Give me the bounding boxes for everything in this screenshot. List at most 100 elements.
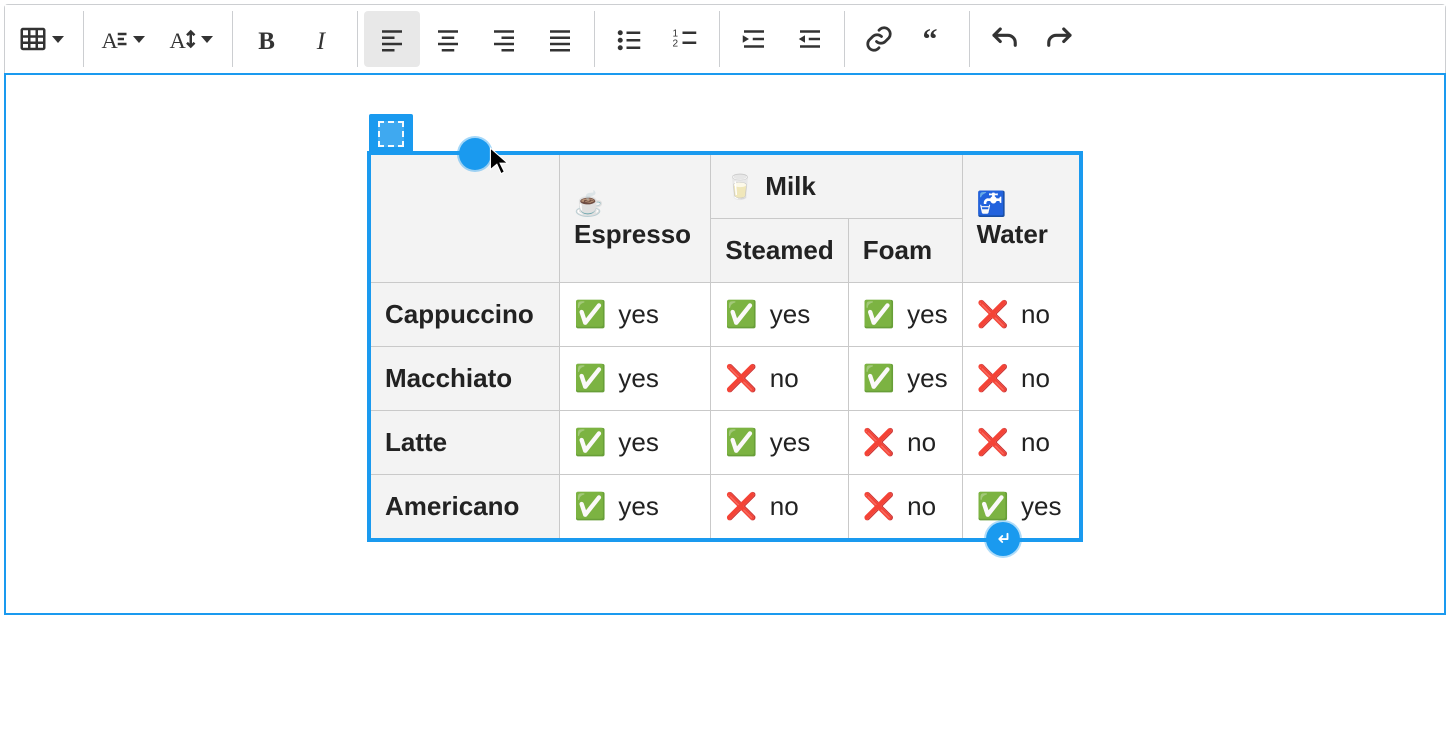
- select-all-handle[interactable]: [369, 114, 413, 154]
- table-button[interactable]: [9, 11, 77, 67]
- cell-text: no: [1021, 363, 1050, 394]
- cross-icon: ❌: [977, 427, 1009, 458]
- enter-icon: [994, 530, 1012, 548]
- outdent-button[interactable]: [782, 11, 838, 67]
- cell-text: yes: [1021, 491, 1061, 522]
- check-icon: ✅: [863, 299, 895, 330]
- table-row: Americano✅yes❌no❌no✅yes: [371, 475, 1080, 539]
- italic-button[interactable]: I: [295, 11, 351, 67]
- check-icon: ✅: [725, 299, 757, 330]
- table-cell[interactable]: ❌no: [848, 475, 962, 539]
- water-header[interactable]: 🚰Water: [962, 155, 1079, 283]
- undo-icon: [989, 24, 1019, 54]
- table-cell[interactable]: ✅ yes: [560, 411, 711, 475]
- select-all-icon: [378, 121, 404, 147]
- check-icon: ✅: [863, 363, 895, 394]
- redo-icon: [1045, 24, 1075, 54]
- bulleted-list-button[interactable]: [601, 11, 657, 67]
- outdent-icon: [795, 24, 825, 54]
- undo-button[interactable]: [976, 11, 1032, 67]
- table-cell[interactable]: ✅yes: [848, 347, 962, 411]
- bold-button[interactable]: B: [239, 11, 295, 67]
- cell-text: no: [1021, 299, 1050, 330]
- espresso-header[interactable]: ☕Espresso: [560, 155, 711, 283]
- row-header[interactable]: Americano: [371, 475, 560, 539]
- milk-header[interactable]: 🥛Milk: [711, 155, 962, 219]
- header-label: Espresso: [574, 219, 691, 249]
- cell-text: no: [907, 491, 936, 522]
- fontsize-button[interactable]: A: [158, 11, 226, 67]
- chevron-down-icon: [133, 36, 145, 43]
- mouse-cursor-icon: [488, 146, 510, 181]
- table-cell[interactable]: ❌no: [711, 475, 848, 539]
- row-header[interactable]: Cappuccino: [371, 283, 560, 347]
- align-center-button[interactable]: [420, 11, 476, 67]
- column-drag-handle[interactable]: [459, 138, 491, 170]
- cell-text: no: [770, 491, 799, 522]
- cell-text: no: [907, 427, 936, 458]
- svg-text:A: A: [170, 28, 187, 53]
- numbered-list-icon: 12: [670, 24, 700, 54]
- row-header[interactable]: Latte: [371, 411, 560, 475]
- align-justify-button[interactable]: [532, 11, 588, 67]
- bulleted-list-icon: [614, 24, 644, 54]
- insert-paragraph-handle[interactable]: [986, 522, 1020, 556]
- cross-icon: ❌: [725, 363, 757, 394]
- link-button[interactable]: [851, 11, 907, 67]
- table-cell[interactable]: ❌ no: [848, 411, 962, 475]
- foam-header[interactable]: Foam: [848, 219, 962, 283]
- heading-button[interactable]: A: [90, 11, 158, 67]
- align-right-button[interactable]: [476, 11, 532, 67]
- table-cell[interactable]: ✅ yes: [560, 347, 711, 411]
- table-cell[interactable]: ✅yes: [962, 475, 1079, 539]
- cell-text: no: [1021, 427, 1050, 458]
- table-cell[interactable]: ✅ yes: [848, 283, 962, 347]
- table-cell[interactable]: ❌no: [711, 347, 848, 411]
- water-tap-icon: 🚰: [977, 190, 1007, 219]
- table-cell[interactable]: ✅yes: [560, 283, 711, 347]
- toolbar: A A B I: [5, 5, 1445, 74]
- blockquote-button[interactable]: “: [907, 11, 963, 67]
- svg-text:A: A: [102, 28, 119, 53]
- corner-header[interactable]: [371, 155, 560, 283]
- cell-text: yes: [618, 363, 658, 394]
- link-icon: [864, 24, 894, 54]
- table-cell[interactable]: ❌ no: [962, 411, 1079, 475]
- redo-button[interactable]: [1032, 11, 1088, 67]
- cross-icon: ❌: [863, 427, 895, 458]
- table-cell[interactable]: ❌ no: [962, 347, 1079, 411]
- table-cell[interactable]: ❌ no: [962, 283, 1079, 347]
- align-right-icon: [489, 24, 519, 54]
- check-icon: ✅: [574, 427, 606, 458]
- check-icon: ✅: [574, 363, 606, 394]
- editor-content[interactable]: ☕Espresso 🥛Milk 🚰Water Steamed Foam: [5, 74, 1445, 614]
- align-left-button[interactable]: [364, 11, 420, 67]
- bold-icon: B: [252, 24, 282, 54]
- table-body: Cappuccino ✅ yes ✅ yes ✅ yes ❌ no Macchiato ✅ yes ❌ n…: [371, 283, 1080, 539]
- svg-text:B: B: [258, 28, 275, 54]
- check-icon: ✅: [574, 299, 606, 330]
- coffee-table[interactable]: ☕Espresso 🥛Milk 🚰Water Steamed Foam: [370, 154, 1080, 539]
- cross-icon: ❌: [977, 363, 1009, 394]
- italic-icon: I: [308, 24, 338, 54]
- table-icon: [18, 24, 48, 54]
- table-widget[interactable]: ☕Espresso 🥛Milk 🚰Water Steamed Foam: [370, 154, 1080, 539]
- cell-text: yes: [907, 299, 947, 330]
- table-cell[interactable]: ✅yes: [711, 283, 848, 347]
- cell-text: yes: [618, 427, 658, 458]
- indent-button[interactable]: [726, 11, 782, 67]
- numbered-list-button[interactable]: 12: [657, 11, 713, 67]
- svg-text:“: “: [923, 24, 938, 54]
- header-label: Water: [977, 219, 1048, 249]
- table-cell[interactable]: ✅yes: [560, 475, 711, 539]
- check-icon: ✅: [574, 491, 606, 522]
- steamed-header[interactable]: Steamed: [711, 219, 848, 283]
- table-row: Cappuccino✅yes✅yes✅yes❌no: [371, 283, 1080, 347]
- table-row: Macchiato✅yes❌no✅yes❌no: [371, 347, 1080, 411]
- align-left-icon: [377, 24, 407, 54]
- row-header[interactable]: Macchiato: [371, 347, 560, 411]
- check-icon: ✅: [725, 427, 757, 458]
- header-label: Milk: [765, 171, 816, 201]
- cross-icon: ❌: [977, 299, 1009, 330]
- table-cell[interactable]: ✅yes: [711, 411, 848, 475]
